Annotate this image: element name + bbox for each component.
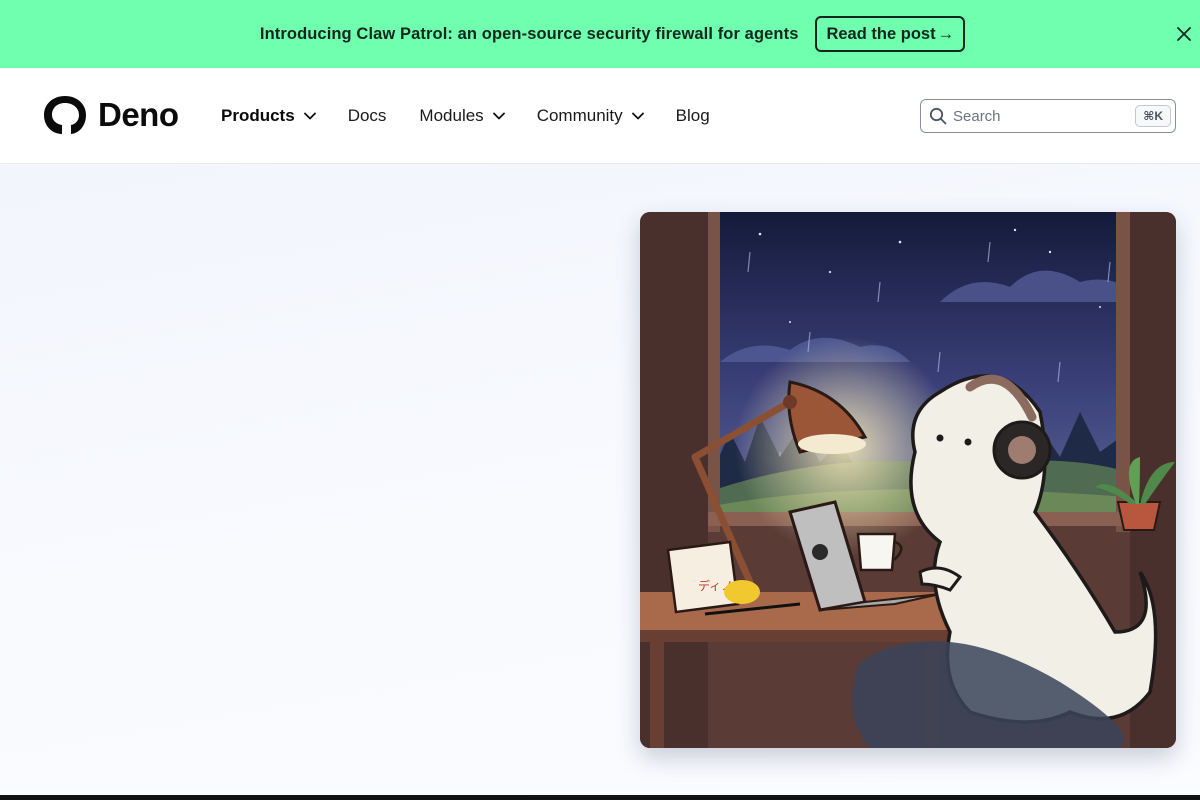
site-header: Deno Products Docs Modules Community Blo… — [0, 68, 1200, 164]
arrow-right-icon: → — [937, 24, 955, 43]
search-placeholder: Search — [953, 107, 1001, 125]
close-icon[interactable] — [1174, 24, 1194, 44]
read-post-label: Read the post — [826, 24, 936, 43]
search-input[interactable]: Search ⌘K — [920, 99, 1176, 133]
chevron-down-icon — [303, 112, 316, 120]
announcement-banner: Introducing Claw Patrol: an open-source … — [0, 0, 1200, 68]
main-nav: Products Docs Modules Community Blog — [221, 68, 710, 164]
deno-dinosaur-icon — [44, 96, 86, 134]
nav-blog[interactable]: Blog — [676, 106, 710, 126]
chevron-down-icon — [631, 112, 644, 120]
page-divider — [0, 795, 1200, 800]
nav-community-label: Community — [536, 106, 623, 125]
nav-products[interactable]: Products — [221, 106, 316, 126]
deno-logo[interactable]: Deno — [42, 94, 179, 136]
banner-content: Introducing Claw Patrol: an open-source … — [259, 16, 966, 52]
deno-lofi-illustration: ディノ — [640, 212, 1176, 748]
search-shortcut: ⌘K — [1135, 105, 1171, 127]
nav-docs-label: Docs — [347, 106, 387, 125]
nav-blog-label: Blog — [675, 106, 710, 125]
nav-community[interactable]: Community — [537, 106, 644, 126]
hero-illustration: ディノ — [640, 212, 1176, 748]
banner-text: Introducing Claw Patrol: an open-source … — [259, 24, 799, 43]
nav-docs[interactable]: Docs — [348, 106, 387, 126]
logo-wordmark: Deno — [98, 96, 179, 133]
search-icon — [929, 107, 947, 125]
chevron-down-icon — [492, 112, 505, 120]
nav-modules[interactable]: Modules — [419, 106, 505, 126]
read-post-button[interactable]: Read the post → — [815, 16, 966, 52]
nav-products-label: Products — [221, 106, 295, 125]
nav-modules-label: Modules — [419, 106, 484, 125]
